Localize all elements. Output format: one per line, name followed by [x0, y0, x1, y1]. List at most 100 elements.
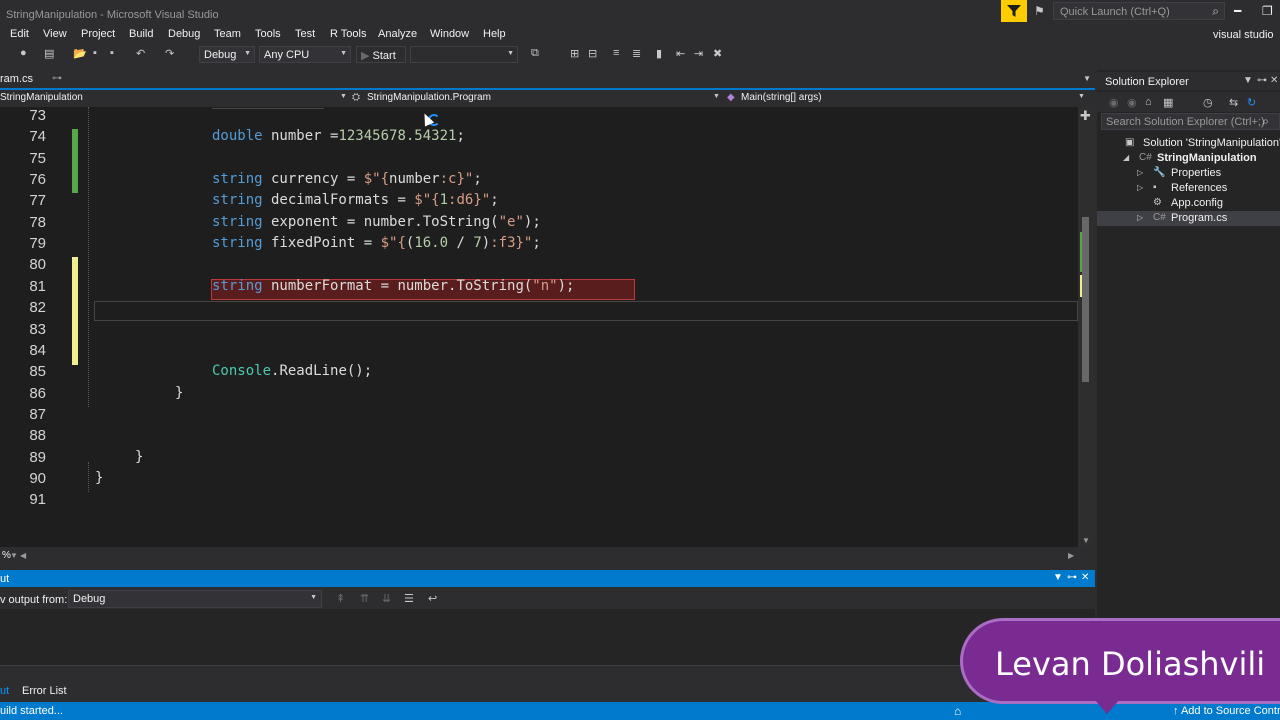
- add-to-source-control-button[interactable]: ↑ Add to Source Control: [1173, 705, 1280, 717]
- comment-icon[interactable]: ≡: [613, 47, 619, 59]
- tree-item[interactable]: ▷ C# Program.cs: [1097, 211, 1280, 226]
- tab-program-cs[interactable]: ram.cs ⊶: [0, 70, 68, 88]
- output-body[interactable]: [0, 609, 1095, 665]
- code-line[interactable]: 81 string numberFormat = number.ToString(…: [0, 278, 1078, 299]
- class-dropdown[interactable]: StringManipulation.Program: [367, 92, 491, 103]
- scroll-right-icon[interactable]: ▶: [1068, 551, 1074, 560]
- tree-expander-icon[interactable]: ▷: [1137, 168, 1143, 177]
- find-message-icon[interactable]: ⇞: [336, 592, 345, 605]
- restore-button[interactable]: ❐: [1262, 4, 1273, 18]
- close-icon[interactable]: ✕: [1270, 75, 1278, 86]
- uncomment-icon[interactable]: ≣: [632, 47, 641, 60]
- tree-expander-icon[interactable]: ◢: [1123, 153, 1129, 162]
- refresh-icon[interactable]: ↻: [1247, 96, 1256, 109]
- chevron-down-icon[interactable]: ▼: [1243, 75, 1253, 86]
- scroll-left-icon[interactable]: ◀: [20, 551, 26, 560]
- code-line[interactable]: 75: [0, 150, 1078, 171]
- close-icon[interactable]: ✕: [1081, 572, 1089, 583]
- code-line[interactable]: 85 Console.ReadLine();: [0, 363, 1078, 384]
- bookmark-next-icon[interactable]: ⇥: [694, 47, 703, 60]
- quick-launch-input[interactable]: Quick Launch (Ctrl+Q) ⌕: [1053, 2, 1225, 20]
- code-line[interactable]: 77 string decimalFormats = $"{1:d6}";: [0, 192, 1078, 213]
- menu-project[interactable]: Project: [81, 28, 115, 40]
- menu-view[interactable]: View: [43, 28, 67, 40]
- code-line[interactable]: 80: [0, 256, 1078, 277]
- editor-horizontal-scrollbar[interactable]: % ▼ ◀ ▶: [0, 547, 1095, 564]
- code-line[interactable]: 88: [0, 427, 1078, 448]
- code-line[interactable]: 76 string currency = $"{number:c}";: [0, 171, 1078, 192]
- menu-tools[interactable]: Tools: [255, 28, 281, 40]
- editor-vertical-scrollbar[interactable]: ✚ ▼: [1078, 107, 1095, 547]
- code-line[interactable]: 79 string fixedPoint = $"{(16.0 / 7):f3}"…: [0, 235, 1078, 256]
- code-line[interactable]: 82: [0, 299, 1078, 320]
- pin-icon[interactable]: ⊶: [1067, 572, 1077, 583]
- chevron-down-icon[interactable]: ▼: [1083, 74, 1091, 83]
- open-file-icon[interactable]: 📂: [73, 47, 87, 60]
- code-line[interactable]: 86}: [0, 385, 1078, 406]
- start-debugging-button[interactable]: ▶ Start: [356, 46, 406, 63]
- output-horizontal-scrollbar[interactable]: [0, 665, 1095, 679]
- prev-message-icon[interactable]: ⇈: [360, 592, 369, 605]
- menu-r-tools[interactable]: R Tools: [330, 28, 366, 40]
- sync-icon[interactable]: ⇆: [1229, 96, 1238, 109]
- home-icon[interactable]: ⌂: [1145, 96, 1152, 108]
- code-line[interactable]: 90}: [0, 470, 1078, 491]
- pending-changes-icon[interactable]: ◷: [1203, 96, 1213, 109]
- code-line[interactable]: 74 double number =12345678.54321;: [0, 128, 1078, 149]
- code-line[interactable]: 84: [0, 342, 1078, 363]
- chevron-down-icon[interactable]: ▼: [10, 551, 18, 560]
- code-editor[interactable]: 73 74 double number =12345678.54321; 75 76 st…: [0, 107, 1078, 547]
- menu-debug[interactable]: Debug: [168, 28, 200, 40]
- code-line[interactable]: 83: [0, 321, 1078, 342]
- code-line[interactable]: 73: [0, 107, 1078, 128]
- tree-expander-icon[interactable]: ▷: [1137, 213, 1143, 222]
- word-wrap-icon[interactable]: ↩: [428, 592, 437, 605]
- split-window-icon[interactable]: ✚: [1080, 108, 1091, 124]
- chevron-down-icon[interactable]: ▼: [1053, 572, 1063, 583]
- menu-analyze[interactable]: Analyze: [378, 28, 417, 40]
- navigate-forward-icon[interactable]: ●: [20, 47, 27, 59]
- clear-all-icon[interactable]: ☰: [404, 592, 414, 605]
- pin-icon[interactable]: ⊶: [1257, 75, 1267, 86]
- navigate-icon[interactable]: ⊟: [588, 47, 597, 60]
- browser-link-icon[interactable]: ⧉: [531, 47, 539, 60]
- menu-test[interactable]: Test: [295, 28, 315, 40]
- code-line[interactable]: 89}: [0, 449, 1078, 470]
- scrollbar-thumb[interactable]: [1082, 217, 1089, 382]
- next-message-icon[interactable]: ⇊: [382, 592, 391, 605]
- save-all-icon[interactable]: ▪: [110, 47, 114, 59]
- bookmark-icon[interactable]: ▮: [656, 47, 662, 60]
- new-project-icon[interactable]: ▤: [44, 47, 54, 60]
- code-line[interactable]: 87: [0, 406, 1078, 427]
- feedback-filter-button[interactable]: [1001, 0, 1027, 22]
- menu-window[interactable]: Window: [430, 28, 469, 40]
- tab-error-list[interactable]: Error List: [22, 685, 67, 697]
- solution-platform-select[interactable]: Any CPU ▼: [259, 46, 351, 63]
- save-icon[interactable]: ▪: [93, 47, 97, 59]
- tab-output[interactable]: ut: [0, 685, 9, 697]
- clear-bookmarks-icon[interactable]: ✖: [713, 47, 722, 60]
- tree-item[interactable]: ◢ C# StringManipulation: [1097, 151, 1280, 166]
- pin-icon[interactable]: ⊶: [52, 73, 62, 84]
- solution-search-input[interactable]: Search Solution Explorer (Ctrl+;) ⌕: [1101, 113, 1280, 130]
- solution-configuration-select[interactable]: Debug ▼: [199, 46, 255, 63]
- code-line[interactable]: 91: [0, 491, 1078, 512]
- project-dropdown[interactable]: StringManipulation: [0, 92, 83, 103]
- bookmark-prev-icon[interactable]: ⇤: [676, 47, 685, 60]
- debug-target-select[interactable]: ▼: [410, 46, 518, 63]
- output-source-select[interactable]: Debug ▼: [68, 590, 322, 608]
- switch-views-icon[interactable]: ▦: [1163, 96, 1173, 109]
- scroll-down-icon[interactable]: ▼: [1082, 536, 1090, 545]
- tree-item[interactable]: ⚙ App.config: [1097, 196, 1280, 211]
- tree-item[interactable]: ▣ Solution 'StringManipulation' (1 pr: [1097, 136, 1280, 151]
- menu-help[interactable]: Help: [483, 28, 506, 40]
- minimize-button[interactable]: ━: [1234, 4, 1241, 18]
- tree-expander-icon[interactable]: ▷: [1137, 183, 1143, 192]
- member-dropdown[interactable]: Main(string[] args): [741, 92, 822, 103]
- menu-edit[interactable]: Edit: [10, 28, 29, 40]
- redo-icon[interactable]: ↷: [165, 47, 174, 60]
- forward-icon[interactable]: ◉: [1127, 96, 1137, 109]
- back-icon[interactable]: ◉: [1109, 96, 1119, 109]
- menu-build[interactable]: Build: [129, 28, 153, 40]
- tree-item[interactable]: ▷ ▪ References: [1097, 181, 1280, 196]
